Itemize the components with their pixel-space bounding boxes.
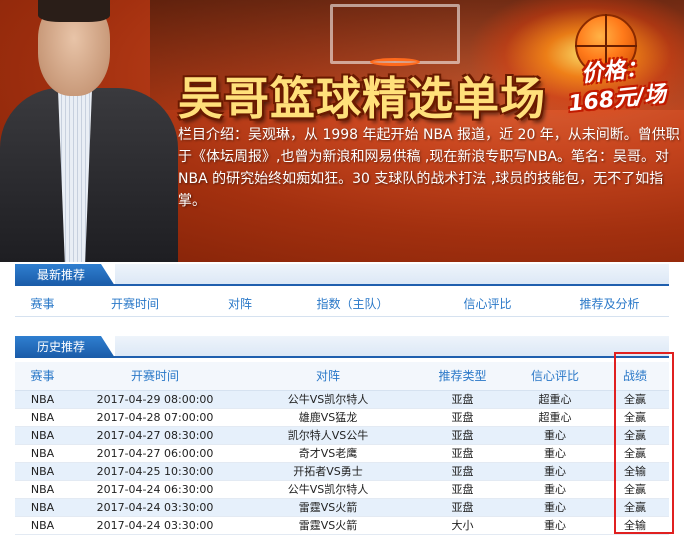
- col-header-analysis: 推荐及分析: [579, 296, 640, 311]
- cell-matchup: 公牛VS凯尔特人: [240, 480, 416, 499]
- cell-recommend-type: 亚盘: [416, 462, 509, 481]
- cell-recommend-type: 亚盘: [416, 390, 509, 409]
- cell-matchup: 公牛VS凯尔特人: [240, 390, 416, 409]
- cell-recommend-type: 亚盘: [416, 426, 509, 445]
- cell-recommend-type: 亚盘: [416, 408, 509, 427]
- col-header-start-time: 开赛时间: [70, 362, 240, 391]
- cell-recommend-type: 大小: [416, 516, 509, 535]
- cell-confidence: 重心: [509, 516, 601, 535]
- cell-matchup: 奇才VS老鹰: [240, 444, 416, 463]
- cell-event: NBA: [15, 480, 70, 499]
- cell-start-time: 2017-04-24 06:30:00: [70, 480, 240, 499]
- table-row[interactable]: NBA 2017-04-29 08:00:00 公牛VS凯尔特人 亚盘 超重心 …: [15, 390, 669, 409]
- cell-matchup: 雄鹿VS猛龙: [240, 408, 416, 427]
- banner-title: 吴哥篮球精选单场: [178, 72, 547, 125]
- cell-start-time: 2017-04-25 10:30:00: [70, 462, 240, 481]
- history-table: 赛事 开赛时间 对阵 推荐类型 信心评比 战绩 NBA 2017-04-29 0…: [15, 362, 669, 535]
- cell-event: NBA: [15, 498, 70, 517]
- cell-event: NBA: [15, 444, 70, 463]
- table-row[interactable]: NBA 2017-04-24 03:30:00 雷霆VS火箭 亚盘 重心 全赢: [15, 498, 669, 517]
- cell-recommend-type: 亚盘: [416, 480, 509, 499]
- cell-matchup: 开拓者VS勇士: [240, 462, 416, 481]
- divider: [15, 316, 669, 317]
- cell-matchup: 凯尔特人VS公牛: [240, 426, 416, 445]
- cell-start-time: 2017-04-27 06:00:00: [70, 444, 240, 463]
- col-header-confidence: 信心评比: [509, 362, 601, 391]
- cell-matchup: 雷霆VS火箭: [240, 498, 416, 517]
- cell-confidence: 重心: [509, 426, 601, 445]
- cell-start-time: 2017-04-29 08:00:00: [70, 390, 240, 409]
- cell-start-time: 2017-04-24 03:30:00: [70, 498, 240, 517]
- table-row[interactable]: NBA 2017-04-24 03:30:00 雷霆VS火箭 大小 重心 全输: [15, 516, 669, 535]
- cell-event: NBA: [15, 408, 70, 427]
- backboard-graphic: [330, 4, 460, 64]
- column-intro: 栏目介绍：吴观琳，从 1998 年起开始 NBA 报道，近 20 年，从未间断。…: [178, 127, 680, 209]
- cell-recommend-type: 亚盘: [416, 444, 509, 463]
- history-header-row: 赛事 开赛时间 对阵 推荐类型 信心评比 战绩: [15, 362, 669, 391]
- cell-confidence: 重心: [509, 480, 601, 499]
- tab-latest[interactable]: 最新推荐: [15, 264, 115, 286]
- cell-start-time: 2017-04-28 07:00:00: [70, 408, 240, 427]
- col-header-matchup: 对阵: [240, 362, 416, 391]
- col-header-index: 指数（主队）: [316, 296, 389, 311]
- cell-matchup: 雷霆VS火箭: [240, 516, 416, 535]
- col-header-event: 赛事: [30, 296, 55, 311]
- cell-start-time: 2017-04-24 03:30:00: [70, 516, 240, 535]
- cell-event: NBA: [15, 426, 70, 445]
- cell-confidence: 重心: [509, 498, 601, 517]
- table-row[interactable]: NBA 2017-04-25 10:30:00 开拓者VS勇士 亚盘 重心 全输: [15, 462, 669, 481]
- table-row[interactable]: NBA 2017-04-28 07:00:00 雄鹿VS猛龙 亚盘 超重心 全赢: [15, 408, 669, 427]
- cell-recommend-type: 亚盘: [416, 498, 509, 517]
- section-stripe: [115, 336, 669, 356]
- cell-confidence: 重心: [509, 444, 601, 463]
- table-row[interactable]: NBA 2017-04-24 06:30:00 公牛VS凯尔特人 亚盘 重心 全…: [15, 480, 669, 499]
- cell-confidence: 重心: [509, 462, 601, 481]
- col-header-confidence: 信心评比: [463, 296, 512, 311]
- latest-section-header: 最新推荐: [15, 264, 669, 286]
- host-hair: [38, 0, 110, 22]
- cell-confidence: 超重心: [509, 408, 601, 427]
- cell-event: NBA: [15, 516, 70, 535]
- col-header-start-time: 开赛时间: [110, 296, 159, 311]
- col-header-event: 赛事: [15, 362, 70, 391]
- cell-confidence: 超重心: [509, 390, 601, 409]
- col-header-matchup: 对阵: [227, 296, 252, 311]
- cell-start-time: 2017-04-27 08:30:00: [70, 426, 240, 445]
- banner: 吴哥篮球精选单场 价格： 168元/场 栏目介绍：吴观琳，从 1998 年起开始…: [0, 0, 684, 262]
- table-row[interactable]: NBA 2017-04-27 08:30:00 凯尔特人VS公牛 亚盘 重心 全…: [15, 426, 669, 445]
- table-row[interactable]: NBA 2017-04-27 06:00:00 奇才VS老鹰 亚盘 重心 全赢: [15, 444, 669, 463]
- section-stripe: [115, 264, 669, 284]
- result-column-highlight: [614, 352, 674, 534]
- tab-history[interactable]: 历史推荐: [15, 336, 115, 358]
- host-photo: [0, 0, 178, 262]
- col-header-recommend-type: 推荐类型: [416, 362, 509, 391]
- latest-table-header: 赛事 开赛时间 对阵 指数（主队） 信心评比 推荐及分析: [15, 290, 669, 316]
- cell-event: NBA: [15, 390, 70, 409]
- cell-event: NBA: [15, 462, 70, 481]
- history-section-header: 历史推荐: [15, 336, 669, 358]
